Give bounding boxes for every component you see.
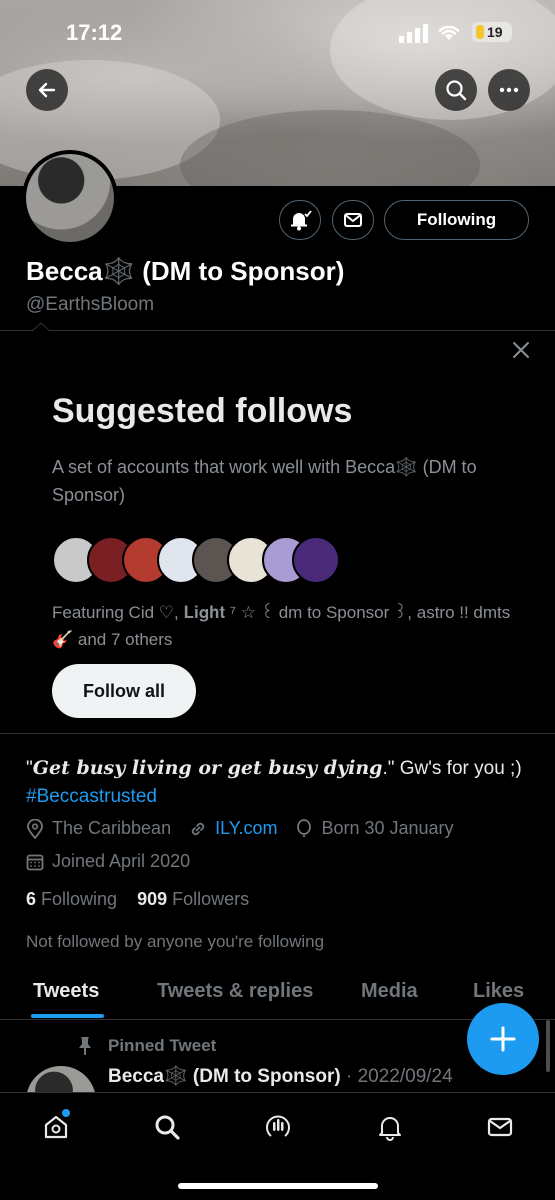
pin-icon <box>79 1037 91 1055</box>
followers-count-link[interactable]: 909 Followers <box>137 889 249 909</box>
divider <box>0 733 555 734</box>
profile-name: Becca🕸️ (DM to Sponsor) <box>26 256 345 286</box>
followers-count-label: Followers <box>172 889 250 909</box>
mail-icon <box>487 1117 513 1137</box>
wifi-icon <box>438 25 460 40</box>
follow-all-button[interactable]: Follow all <box>52 664 196 718</box>
nav-notifications[interactable] <box>370 1109 410 1145</box>
bio-quote: Get busy living or get busy dying <box>32 757 383 779</box>
compose-tweet-button[interactable] <box>467 1003 539 1075</box>
status-time: 17:12 <box>66 20 123 45</box>
notification-dot <box>62 1109 70 1117</box>
profile-bio: "Get busy living or get busy dying." Gw'… <box>26 754 526 811</box>
profile-joined-row: Joined April 2020 <box>26 851 190 872</box>
bio-quote-open: " <box>26 758 33 779</box>
caret-icon <box>32 322 50 332</box>
mail-icon <box>344 213 362 227</box>
profile-handle: @EarthsBloom <box>26 294 155 315</box>
balloon-icon <box>297 818 312 837</box>
bell-check-icon <box>291 210 312 231</box>
profile-joined: Joined April 2020 <box>52 851 191 871</box>
profile-birthday: Born 30 January <box>321 818 454 838</box>
search-icon <box>155 1115 180 1140</box>
status-bar: 17:12 19 <box>0 18 555 48</box>
nav-messages[interactable] <box>480 1109 520 1145</box>
tab-media[interactable]: Media <box>361 980 418 1003</box>
bell-icon <box>379 1117 401 1141</box>
profile-avatar[interactable] <box>22 150 118 246</box>
search-button[interactable] <box>435 69 477 111</box>
following-button[interactable]: Following <box>384 200 529 240</box>
tweet-header[interactable]: Becca🕸️ (DM to Sponsor) · 2022/09/24 <box>108 1064 453 1088</box>
profile-meta-row: The Caribbean ILY.com Born 30 January <box>26 818 454 839</box>
tweet-author-name: Becca🕸️ (DM to Sponsor) <box>108 1066 341 1087</box>
suggested-avatar <box>292 536 340 584</box>
divider <box>0 330 555 331</box>
cellular-signal-icon <box>399 24 428 43</box>
active-tab-indicator <box>31 1014 104 1018</box>
tweet-date: · 2022/09/24 <box>345 1066 453 1087</box>
scrollbar[interactable] <box>546 1020 550 1072</box>
profile-location: The Caribbean <box>52 818 172 838</box>
followers-count: 909 <box>137 889 168 909</box>
bio-hashtag-link[interactable]: #Beccastrusted <box>26 786 157 807</box>
spaces-icon <box>266 1115 290 1137</box>
nav-search[interactable] <box>147 1109 187 1145</box>
battery-icon: 19 <box>472 22 512 42</box>
suggested-description: A set of accounts that work well with Be… <box>52 457 477 505</box>
follow-counts: 6 Following 909 Followers <box>26 889 249 910</box>
location-pin-icon <box>27 818 43 839</box>
not-followed-note: Not followed by anyone you're following <box>26 932 325 951</box>
suggested-title: Suggested follows <box>52 392 353 430</box>
following-count: 6 <box>26 889 37 909</box>
tab-likes[interactable]: Likes <box>473 980 524 1003</box>
pinned-tweet-label: Pinned Tweet <box>108 1036 217 1055</box>
calendar-icon <box>26 854 44 870</box>
back-button[interactable] <box>26 69 68 111</box>
tab-tweets-replies[interactable]: Tweets & replies <box>157 980 313 1003</box>
message-button[interactable] <box>332 200 374 240</box>
search-icon <box>446 80 467 101</box>
home-icon <box>44 1115 68 1139</box>
home-indicator[interactable] <box>178 1183 378 1189</box>
bio-text: ." Gw's for you ;) <box>382 758 522 779</box>
more-icon <box>499 87 519 93</box>
profile-website-link[interactable]: ILY.com <box>215 818 277 839</box>
more-button[interactable] <box>488 69 530 111</box>
suggested-featuring: Featuring Cid ♡, 𝐋𝐢𝐠𝐡𝐭 ⁷ ☆ ꒰ dm to Spons… <box>52 603 511 649</box>
plus-icon <box>490 1026 516 1052</box>
nav-spaces[interactable] <box>258 1109 298 1145</box>
following-count-label: Following <box>41 889 118 909</box>
profile-tabs: Tweets Tweets & replies Media Likes <box>0 972 555 1020</box>
following-count-link[interactable]: 6 Following <box>26 889 117 909</box>
close-icon[interactable] <box>512 341 530 359</box>
notifications-toggle-button[interactable] <box>279 200 321 240</box>
link-icon <box>191 822 205 835</box>
battery-level: 19 <box>487 24 503 40</box>
arrow-left-icon <box>38 82 56 98</box>
nav-home[interactable] <box>36 1109 76 1145</box>
tab-tweets[interactable]: Tweets <box>33 980 99 1003</box>
